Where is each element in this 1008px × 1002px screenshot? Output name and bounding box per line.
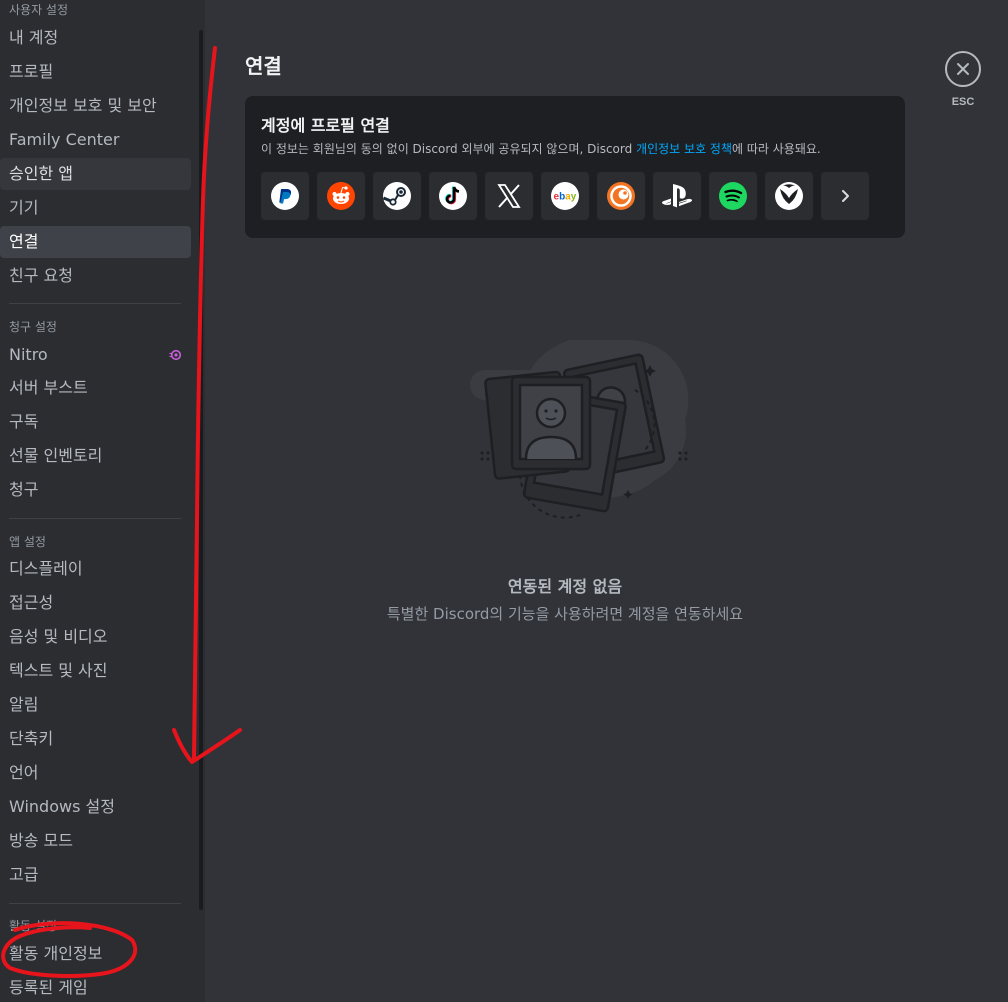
- section-header-app-settings: 앱 설정: [9, 535, 46, 549]
- card-description-suffix: 에 따라 사용돼요.: [732, 142, 821, 156]
- connect-tiktok-button[interactable]: [429, 172, 477, 220]
- sidebar-item-profile[interactable]: 프로필: [0, 56, 191, 88]
- sidebar-item-friend-requests[interactable]: 친구 요청: [0, 260, 191, 292]
- connect-xbox-button[interactable]: [765, 172, 813, 220]
- no-connections-illustration: [470, 340, 689, 519]
- card-title: 계정에 프로필 연결: [261, 116, 390, 135]
- card-description-text: 이 정보는 회원님의 동의 없이 Discord 외부에 공유되지 않으며, D…: [261, 142, 637, 156]
- sidebar-item-text-images[interactable]: 텍스트 및 사진: [0, 655, 191, 687]
- esc-label: ESC: [951, 96, 975, 108]
- chevron-right-icon: [842, 190, 849, 202]
- sidebar-item-gift-inventory[interactable]: 선물 인벤토리: [0, 440, 191, 472]
- sidebar-divider: [9, 303, 181, 304]
- sidebar-item-voice-video[interactable]: 음성 및 비디오: [0, 621, 191, 653]
- sidebar-item-windows-settings[interactable]: Windows 설정: [0, 791, 191, 823]
- section-header-user-settings: 사용자 설정: [9, 3, 69, 17]
- connect-ebay-button[interactable]: ebay: [541, 172, 589, 220]
- connect-crunchyroll-button[interactable]: [597, 172, 645, 220]
- connect-spotify-button[interactable]: [709, 172, 757, 220]
- card-description: 이 정보는 회원님의 동의 없이 Discord 외부에 공유되지 않으며, D…: [261, 140, 821, 157]
- connect-steam-button[interactable]: [373, 172, 421, 220]
- more-services-button[interactable]: [821, 172, 869, 220]
- sidebar-item-my-account[interactable]: 내 계정: [0, 22, 191, 54]
- sidebar-item-advanced[interactable]: 고급: [0, 859, 191, 891]
- svg-text:ebay: ebay: [554, 192, 577, 203]
- empty-state-title: 연동된 계정 없음: [507, 577, 623, 596]
- sidebar-item-appearance[interactable]: 디스플레이: [0, 553, 191, 585]
- sidebar-divider: [9, 903, 181, 904]
- reddit-icon: [327, 182, 355, 210]
- tiktok-icon: [439, 182, 467, 210]
- playstation-icon: [662, 184, 693, 208]
- x-icon: [497, 184, 521, 208]
- page-title: 연결: [245, 54, 282, 78]
- sidebar-item-connections[interactable]: 연결: [0, 226, 191, 258]
- connections-page: 연결 ESC 계정에 프로필 연결 이 정보는 회원님의 동의 없이 Disco…: [205, 0, 1008, 1002]
- connect-accounts-card: 계정에 프로필 연결 이 정보는 회원님의 동의 없이 Discord 외부에 …: [245, 96, 905, 238]
- sidebar-item-language[interactable]: 언어: [0, 757, 191, 789]
- steam-icon: [382, 182, 411, 210]
- sidebar-item-registered-games[interactable]: 등록된 게임: [0, 972, 191, 1002]
- sidebar-item-notifications[interactable]: 알림: [0, 689, 191, 721]
- sidebar-item-activity-privacy[interactable]: 활동 개인정보: [0, 938, 191, 970]
- connect-reddit-button[interactable]: [317, 172, 365, 220]
- settings-sidebar: 사용자 설정 내 계정 프로필 개인정보 보호 및 보안 Family Cent…: [0, 0, 205, 1002]
- spotify-icon: [719, 182, 747, 210]
- connect-paypal-button[interactable]: [261, 172, 309, 220]
- xbox-icon: [775, 182, 803, 210]
- sidebar-item-privacy[interactable]: 개인정보 보호 및 보안: [0, 90, 191, 122]
- section-header-activity-settings: 활동 설정: [9, 919, 57, 933]
- sidebar-item-streamer-mode[interactable]: 방송 모드: [0, 825, 191, 857]
- connect-playstation-button[interactable]: [653, 172, 701, 220]
- sidebar-divider: [9, 518, 181, 519]
- ebay-icon: ebay: [551, 182, 579, 210]
- sidebar-item-server-boost[interactable]: 서버 부스트: [0, 372, 191, 404]
- empty-state-description: 특별한 Discord의 기능을 사용하려면 계정을 연동하세요: [386, 605, 744, 623]
- nitro-icon: [169, 349, 181, 361]
- close-button[interactable]: [945, 51, 981, 87]
- privacy-policy-link[interactable]: 개인정보 보호 정책: [636, 142, 732, 156]
- sidebar-item-devices[interactable]: 기기: [0, 192, 191, 224]
- sidebar-item-subscriptions[interactable]: 구독: [0, 406, 191, 438]
- sidebar-item-authorized-apps[interactable]: 승인한 앱: [0, 158, 191, 190]
- sidebar-item-accessibility[interactable]: 접근성: [0, 587, 191, 619]
- paypal-icon: [271, 182, 299, 210]
- sidebar-item-nitro[interactable]: Nitro: [0, 339, 191, 371]
- crunchyroll-icon: [607, 182, 635, 210]
- sidebar-scrollbar[interactable]: [199, 30, 203, 910]
- close-icon: [957, 63, 969, 75]
- sidebar-item-keybinds[interactable]: 단축키: [0, 723, 191, 755]
- service-list: ebay: [261, 172, 869, 220]
- sidebar-item-family-center[interactable]: Family Center: [0, 124, 191, 156]
- sidebar-item-billing[interactable]: 청구: [0, 474, 191, 506]
- connect-x-button[interactable]: [485, 172, 533, 220]
- section-header-billing-settings: 청구 설정: [9, 320, 57, 334]
- sidebar-item-nitro-label: Nitro: [9, 345, 48, 364]
